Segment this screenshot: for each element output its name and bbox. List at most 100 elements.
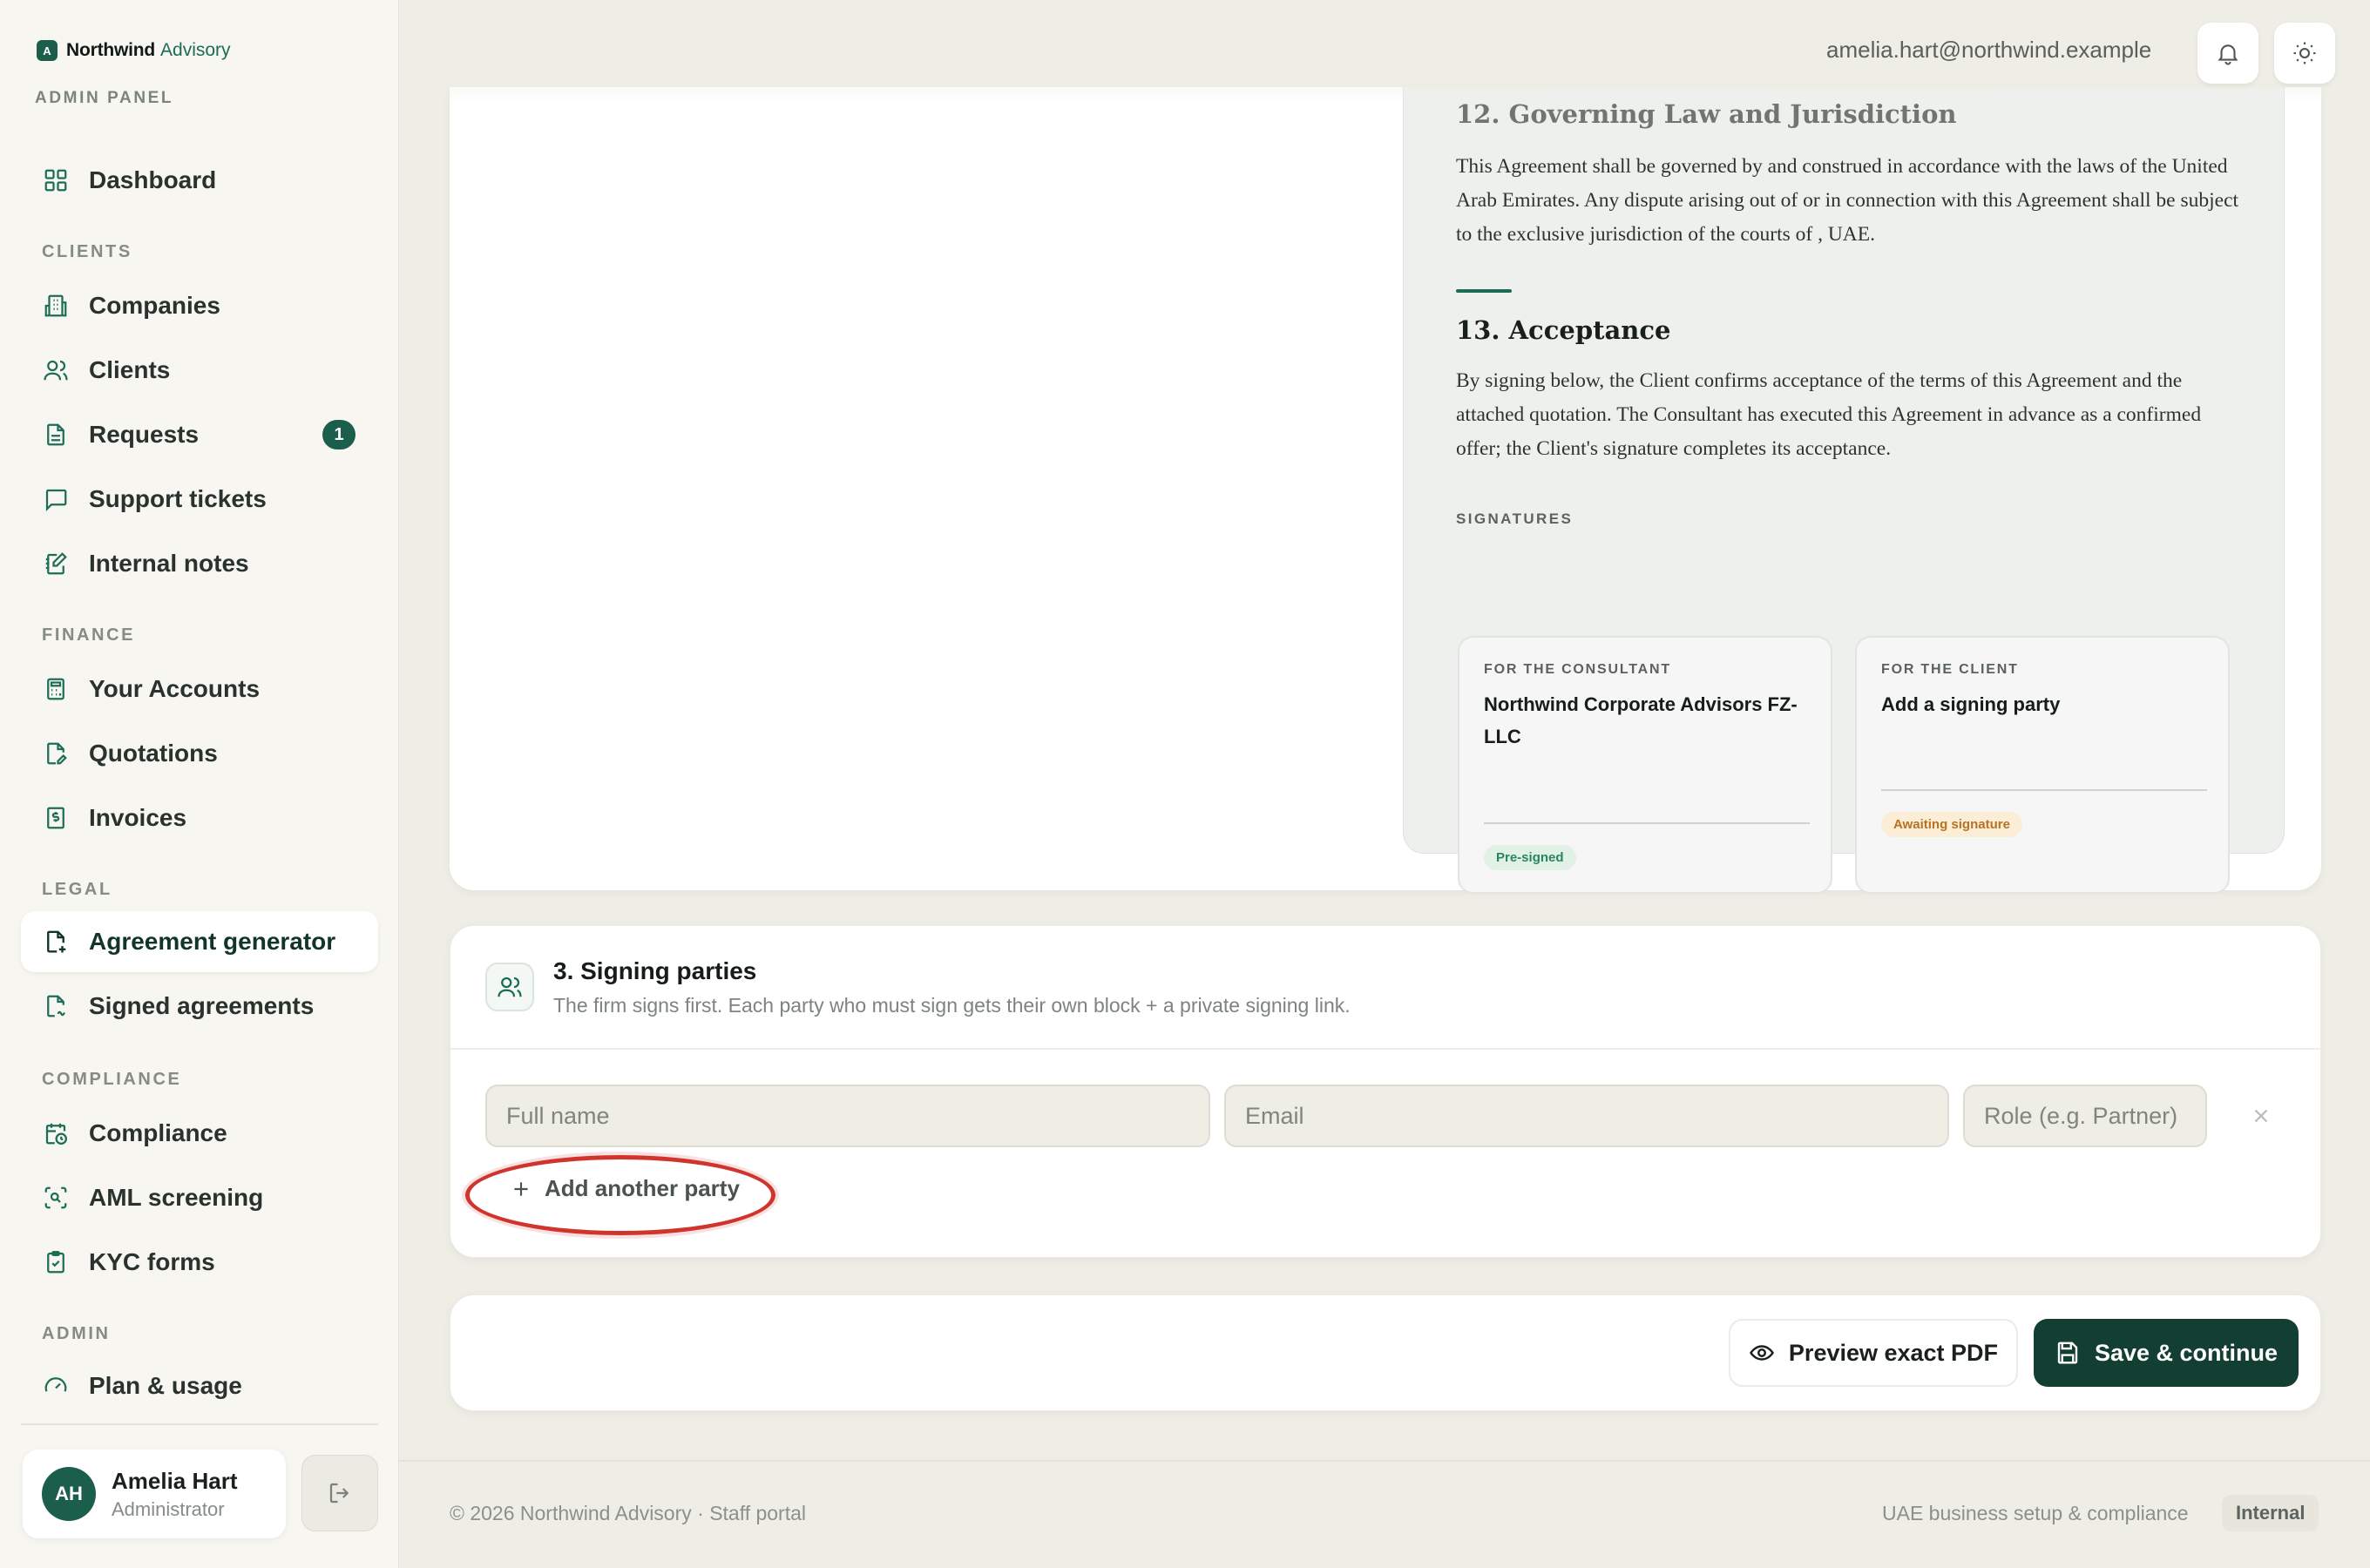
sidebar-item-support-tickets[interactable]: Support tickets (21, 469, 378, 530)
sidebar-item-compliance[interactable]: Compliance (21, 1103, 378, 1164)
sidebar-item-clients[interactable]: Clients (21, 340, 378, 401)
status-badge: Awaiting signature (1881, 812, 2022, 837)
footer-divider (399, 1460, 2370, 1462)
footer-tagline: UAE business setup & compliance (1882, 1502, 2189, 1524)
sidebar-item-plan-usage[interactable]: Plan & usage (21, 1355, 378, 1416)
footer-copyright: © 2026 Northwind Advisory · Staff portal (450, 1502, 807, 1524)
sidebar-item-label: Plan & usage (89, 1372, 242, 1399)
sidebar-item-your-accounts[interactable]: Your Accounts (21, 659, 378, 720)
sidebar-item-requests[interactable]: Requests 1 (21, 404, 378, 465)
sidebar-item-kyc-forms[interactable]: KYC forms (21, 1232, 378, 1293)
chat-icon (42, 485, 70, 513)
calendar-clock-icon (42, 1119, 70, 1147)
save-icon (2055, 1340, 2081, 1366)
receipt-dollar-icon (42, 804, 70, 832)
sidebar-divider (21, 1423, 378, 1425)
sidebar: A Northwind Advisory ADMIN PANEL Dashboar… (0, 0, 399, 1568)
section-12-body: This Agreement shall be governed by and … (1456, 155, 2239, 246)
party-full-name-input[interactable] (485, 1085, 1210, 1147)
avatar: AH (42, 1467, 96, 1521)
section-divider (1456, 289, 1512, 293)
sidebar-item-internal-notes[interactable]: Internal notes (21, 533, 378, 594)
file-icon (42, 421, 70, 449)
users-icon (42, 356, 70, 384)
signatures-label: SIGNATURES (1456, 510, 1574, 527)
section-subtitle: The firm signs first. Each party who mus… (553, 994, 1351, 1017)
sidebar-item-label: Support tickets (89, 485, 267, 512)
agreement-document: 12. Governing Law and Jurisdiction This … (1403, 87, 2285, 894)
sidebar-item-label: Invoices (89, 804, 187, 831)
sidebar-item-invoices[interactable]: Invoices (21, 787, 378, 848)
calculator-icon (42, 675, 70, 703)
brand-name: Northwind (66, 40, 156, 60)
sidebar-item-label: Requests (89, 421, 200, 448)
sidebar-item-label: KYC forms (89, 1248, 215, 1275)
sun-icon (2292, 40, 2318, 66)
save-continue-label: Save & continue (2094, 1339, 2279, 1366)
bell-icon (2215, 40, 2241, 66)
sidebar-item-agreement-generator[interactable]: Agreement generator (21, 911, 378, 972)
file-signature-icon (42, 992, 70, 1020)
footer-badge: Internal (2222, 1495, 2319, 1531)
notifications-button[interactable] (2197, 23, 2258, 84)
sidebar-item-label: Quotations (89, 740, 218, 767)
sidebar-item-label: Signed agreements (89, 992, 315, 1019)
sidebar-item-signed-agreements[interactable]: Signed agreements (21, 976, 378, 1037)
user-email: amelia.hart@northwind.example (1826, 37, 2152, 63)
sidebar-item-companies[interactable]: Companies (21, 275, 378, 336)
client-signature-block: FOR THE CLIENT Add a signing party Await… (1855, 636, 2230, 894)
gauge-icon (42, 1372, 70, 1400)
sidebar-item-label: Clients (89, 356, 171, 383)
user-role: Administrator (112, 1497, 225, 1520)
sidebar-item-quotations[interactable]: Quotations (21, 723, 378, 784)
preview-pdf-label: Preview exact PDF (1788, 1339, 1999, 1366)
sidebar-item-label: Companies (89, 292, 220, 319)
sidebar-item-label: AML screening (89, 1184, 264, 1211)
scan-search-icon (42, 1184, 70, 1212)
building-icon (42, 292, 70, 320)
sidebar-item-label: Dashboard (89, 166, 217, 193)
notebook-pen-icon (42, 550, 70, 578)
signature-role-label: FOR THE CLIENT (1881, 662, 2019, 677)
user-name: Amelia Hart (112, 1467, 238, 1494)
logout-icon (327, 1480, 353, 1506)
consultant-signature-block: FOR THE CONSULTANT Northwind Corporate A… (1458, 636, 1832, 894)
panel-label: ADMIN PANEL (35, 89, 174, 107)
logout-button[interactable] (301, 1455, 378, 1531)
section-title: 3. Signing parties (553, 957, 757, 984)
section-label-compliance: COMPLIANCE (42, 1070, 182, 1089)
section-divider (450, 1048, 2320, 1050)
signature-party-name: Add a signing party (1881, 693, 2061, 715)
brand-mark: A (37, 40, 58, 61)
sidebar-item-aml-screening[interactable]: AML screening (21, 1167, 378, 1228)
section-label-finance: FINANCE (42, 625, 136, 645)
clipboard-check-icon (42, 1248, 70, 1276)
close-icon (2250, 1105, 2272, 1127)
party-role-input[interactable] (1963, 1085, 2207, 1147)
preview-pdf-button[interactable]: Preview exact PDF (1729, 1319, 2018, 1387)
remove-party-button[interactable] (2242, 1097, 2280, 1135)
theme-toggle-button[interactable] (2274, 23, 2335, 84)
brand-accent: Advisory (160, 40, 231, 60)
section-label-legal: LEGAL (42, 880, 112, 899)
party-email-input[interactable] (1224, 1085, 1949, 1147)
signature-line (1881, 789, 2207, 791)
requests-count-badge: 1 (322, 420, 356, 449)
signature-line (1484, 822, 1810, 824)
signature-role-label: FOR THE CONSULTANT (1484, 662, 1671, 677)
signature-party-name: Northwind Corporate Advisors FZ-LLC (1484, 693, 1798, 747)
section-label-clients: CLIENTS (42, 242, 132, 261)
section-13-body: By signing below, the Client confirms ac… (1456, 369, 2202, 460)
sidebar-item-label: Agreement generator (89, 928, 336, 955)
users-icon (485, 963, 534, 1011)
save-continue-button[interactable]: Save & continue (2034, 1319, 2299, 1387)
file-plus-icon (42, 928, 70, 956)
section-13-title: 13. Acceptance (1456, 315, 1671, 345)
brand-logo[interactable]: A Northwind Advisory (37, 40, 231, 61)
sidebar-item-dashboard[interactable]: Dashboard (21, 150, 378, 211)
sidebar-item-label: Internal notes (89, 550, 249, 577)
sidebar-item-label: Your Accounts (89, 675, 261, 702)
user-card[interactable]: AH Amelia Hart Administrator (23, 1450, 286, 1538)
highlight-annotation-ring (465, 1155, 775, 1235)
section-label-admin: ADMIN (42, 1324, 111, 1343)
